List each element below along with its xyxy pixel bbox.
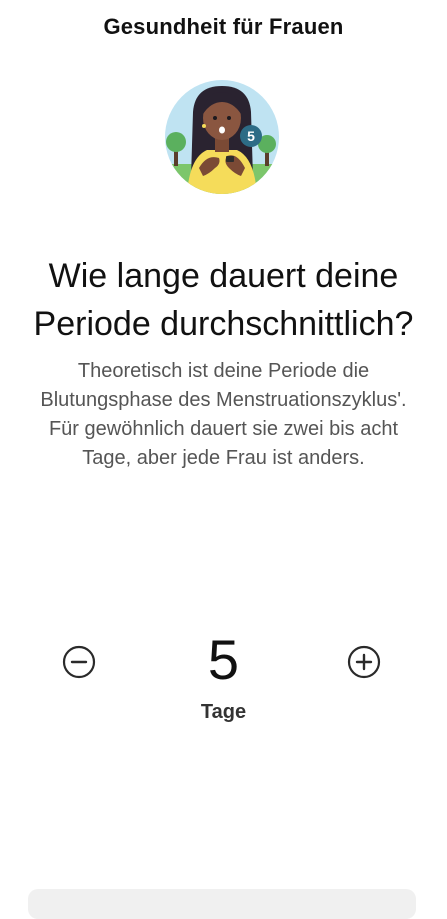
question-line-2: Periode durchschnittlich? (33, 305, 414, 343)
days-stepper: 5 Tage (0, 625, 447, 735)
badge-number: 5 (247, 128, 255, 144)
description-line-4: Tage, aber jede Frau ist anders. (82, 447, 365, 469)
continue-button[interactable] (28, 889, 416, 919)
days-unit-label: Tage (200, 701, 247, 723)
description-line-3: Für gewöhnlich dauert sie zwei bis acht (48, 418, 399, 440)
page-title: Gesundheit für Frauen (103, 14, 344, 39)
description-line-1: Theoretisch ist deine Periode die (77, 360, 370, 382)
woman-avatar-illustration: 5 (163, 78, 281, 196)
increment-button[interactable] (347, 645, 381, 679)
description-text: Theoretisch ist deine Periode die Blutun… (10, 357, 437, 473)
question-heading: Wie lange dauert deine Periode durchschn… (0, 252, 447, 348)
woman-illustration-icon: 5 (165, 80, 279, 194)
plus-circle-icon (347, 645, 381, 679)
question-line-1: Wie lange dauert deine (48, 257, 399, 295)
description-line-2: Blutungsphase des Menstruationszyklus'. (40, 389, 407, 411)
